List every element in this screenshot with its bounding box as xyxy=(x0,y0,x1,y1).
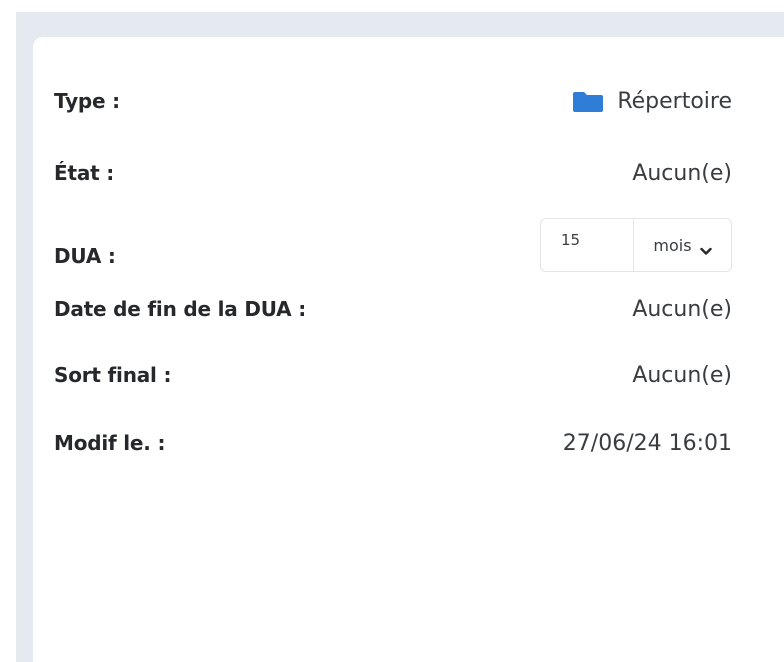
date-fin-dua-value: Aucun(e) xyxy=(632,296,732,322)
modif-le-label: Modif le. : xyxy=(54,431,166,455)
dua-controls: 15 mois xyxy=(540,218,732,272)
dua-unit-select[interactable]: mois xyxy=(634,218,732,272)
dua-number-input[interactable]: 15 xyxy=(540,218,634,272)
properties-panel: Type : Répertoire État : Aucun(e) DUA : … xyxy=(33,37,784,662)
date-fin-dua-label: Date de fin de la DUA : xyxy=(54,297,307,321)
row-modif-le: Modif le. : 27/06/24 16:01 xyxy=(54,423,732,463)
etat-value: Aucun(e) xyxy=(632,160,732,186)
sort-final-value: Aucun(e) xyxy=(632,362,732,388)
row-dua: DUA : 15 mois xyxy=(54,213,732,277)
chevron-down-icon xyxy=(699,241,712,255)
modif-le-value: 27/06/24 16:01 xyxy=(562,430,732,456)
row-etat: État : Aucun(e) xyxy=(54,153,732,193)
page-background: Type : Répertoire État : Aucun(e) DUA : … xyxy=(16,12,784,662)
row-sort-final: Sort final : Aucun(e) xyxy=(54,355,732,395)
folder-icon xyxy=(573,90,604,112)
dua-label: DUA : xyxy=(54,244,116,268)
sort-final-label: Sort final : xyxy=(54,363,172,387)
type-label: Type : xyxy=(54,89,120,113)
type-value-container: Répertoire xyxy=(573,89,732,114)
etat-label: État : xyxy=(54,161,115,185)
row-type: Type : Répertoire xyxy=(54,81,732,121)
dua-unit-selected: mois xyxy=(653,235,692,255)
type-value: Répertoire xyxy=(617,88,732,114)
row-date-fin-dua: Date de fin de la DUA : Aucun(e) xyxy=(54,289,732,329)
